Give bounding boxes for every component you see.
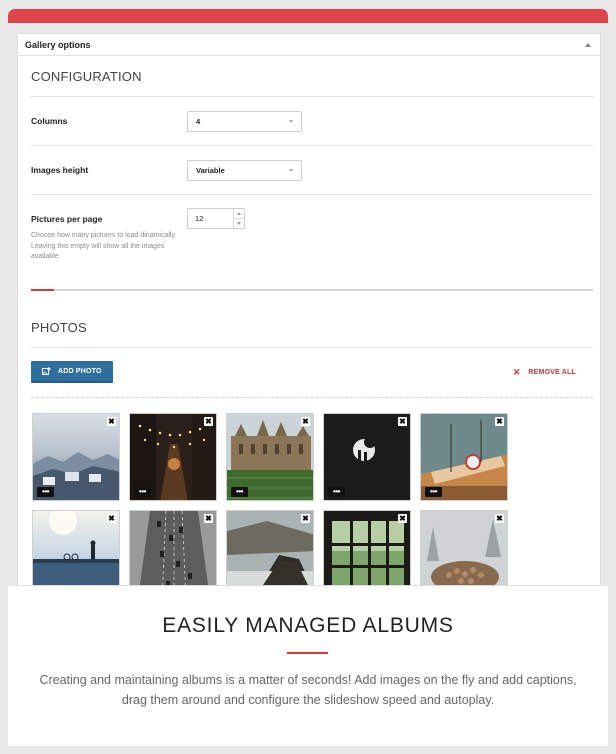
chevron-down-icon <box>289 120 293 123</box>
stepper-up-icon[interactable] <box>234 209 244 219</box>
columns-select[interactable]: 4 <box>187 111 302 132</box>
add-photo-label: ADD PHOTO <box>58 367 102 375</box>
section-tab-bar <box>31 289 593 291</box>
remove-all-button[interactable]: ✕ REMOVE ALL <box>513 368 576 377</box>
gallery-options-panel: Gallery options CONFIGURATION Columns 4 … <box>17 33 601 586</box>
chevron-down-icon <box>289 169 293 172</box>
configuration-heading: CONFIGURATION <box>31 69 142 84</box>
photo-options-icon[interactable]: ••• <box>425 487 442 497</box>
photo-options-icon[interactable]: ••• <box>231 487 248 497</box>
divider <box>31 347 593 348</box>
remove-photo-icon[interactable]: ✖ <box>495 417 504 426</box>
photos-heading: PHOTOS <box>31 320 87 335</box>
pictures-per-page-value[interactable]: 12 <box>188 209 233 228</box>
divider <box>31 194 593 195</box>
images-height-label: Images height <box>31 165 89 175</box>
pictures-per-page-label: Pictures per page <box>31 214 103 224</box>
remove-all-label: REMOVE ALL <box>528 369 576 376</box>
remove-photo-icon[interactable]: ✖ <box>301 417 310 426</box>
feature-headline: EASILY MANAGED ALBUMS <box>162 614 454 637</box>
close-icon: ✕ <box>512 367 521 377</box>
remove-photo-icon[interactable]: ✖ <box>301 514 310 523</box>
collapse-toggle-icon[interactable] <box>582 39 594 51</box>
remove-photo-icon[interactable]: ✖ <box>107 417 116 426</box>
pictures-per-page-help: Choose how many pictures to load dinamic… <box>31 232 177 260</box>
photo-options-icon[interactable]: ••• <box>134 487 151 497</box>
divider <box>31 145 593 146</box>
photo-thumb[interactable]: ✖ <box>323 510 411 585</box>
add-photo-button[interactable]: ADD PHOTO <box>31 361 113 383</box>
photo-thumb[interactable]: ✖ <box>32 510 120 585</box>
photo-options-icon[interactable]: ••• <box>328 487 345 497</box>
headline-underline <box>287 652 328 654</box>
columns-select-value: 4 <box>196 117 201 126</box>
panel-title: Gallery options <box>25 39 91 50</box>
remove-photo-icon[interactable]: ✖ <box>204 417 213 426</box>
stepper-down-icon[interactable] <box>234 219 244 228</box>
panel-header[interactable]: Gallery options <box>18 34 600 56</box>
images-height-select[interactable]: Variable <box>187 160 302 181</box>
photo-thumb[interactable]: ✖ <box>420 510 508 585</box>
remove-photo-icon[interactable]: ✖ <box>204 514 213 523</box>
photo-thumb[interactable]: ✖ <box>226 510 314 585</box>
remove-photo-icon[interactable]: ✖ <box>495 514 504 523</box>
photo-thumb[interactable]: ✖ ••• <box>129 413 217 501</box>
remove-photo-icon[interactable]: ✖ <box>398 417 407 426</box>
dashed-divider <box>31 397 593 398</box>
photo-thumb[interactable]: ✖ ••• <box>32 413 120 501</box>
remove-photo-icon[interactable]: ✖ <box>107 514 116 523</box>
columns-label: Columns <box>31 116 68 126</box>
top-accent-bar <box>8 9 608 23</box>
feature-description: Creating and maintaining albums is a mat… <box>39 673 577 707</box>
photo-thumb[interactable]: ✖ ••• <box>420 413 508 501</box>
active-tab-indicator <box>31 289 54 291</box>
photo-thumb[interactable]: ✖ <box>129 510 217 585</box>
remove-photo-icon[interactable]: ✖ <box>398 514 407 523</box>
images-height-select-value: Variable <box>196 166 225 175</box>
photo-thumb[interactable]: ✖ ••• <box>323 413 411 501</box>
pictures-per-page-stepper[interactable]: 12 <box>187 208 245 229</box>
feature-caption: EASILY MANAGED ALBUMS Creating and maint… <box>8 586 608 746</box>
photo-thumb[interactable]: ✖ ••• <box>226 413 314 501</box>
divider <box>31 96 593 97</box>
photo-options-icon[interactable]: ••• <box>37 487 54 497</box>
add-image-icon <box>42 366 51 376</box>
